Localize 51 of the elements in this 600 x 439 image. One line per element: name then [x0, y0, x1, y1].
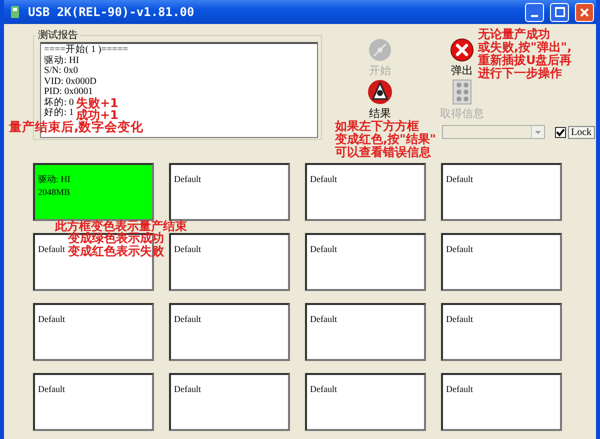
report-line: VID: 0x000D [44, 76, 97, 87]
device-slot: Default [33, 373, 154, 431]
annotation-text: 此方框变色表示量产结束 [55, 220, 187, 232]
document-icon [451, 79, 473, 105]
report-line: ====开始( 1 )===== [44, 45, 128, 56]
annotation-text: 如果左下方方框 [335, 120, 419, 132]
report-line: 好的: 1 [44, 108, 74, 118]
device-slot: Default [305, 233, 426, 291]
device-slot: Default [441, 303, 562, 361]
window-title: USB 2K(REL-90)-v1.81.00 [28, 5, 196, 19]
close-button[interactable] [575, 2, 594, 22]
device-slot: Default [305, 373, 426, 431]
figure-icon [367, 79, 393, 105]
device-slot: Default [169, 303, 290, 361]
device-slot: Default [305, 303, 426, 361]
minimize-button[interactable] [525, 2, 544, 22]
annotation-text: 成功+1 [76, 109, 118, 121]
minimize-icon [531, 14, 538, 16]
maximize-button[interactable] [550, 2, 569, 22]
annotation-text: 变成红色,按"结果" [335, 133, 436, 145]
annotation-text: 无论量产成功 [478, 28, 550, 40]
toolbar-button[interactable]: 弹出 [450, 38, 474, 77]
group-title: 测试报告 [37, 28, 79, 42]
report-line: 坏的: 0 [44, 98, 74, 108]
annotation-text: 重新插拔U盘后再 [478, 54, 572, 66]
close-icon [450, 38, 474, 62]
caret-icon [531, 126, 544, 138]
device-slot: 驱动: HI 2048MB [33, 163, 154, 221]
report-line: S/N: 0x0 [44, 66, 78, 76]
disc-icon [368, 38, 392, 62]
lock-checkbox[interactable] [555, 126, 566, 138]
app-icon [8, 5, 22, 19]
device-slot: Default [441, 163, 562, 221]
device-slot: Default [169, 163, 290, 221]
lock-label: Lock [568, 126, 595, 138]
device-slot: Default [441, 233, 562, 291]
device-slot: Default [169, 233, 290, 291]
annotation-text: 失败+1 [76, 97, 118, 109]
annotation-text: 可以查看错误信息 [335, 146, 431, 158]
report-line: 驱动: HI [44, 56, 80, 66]
device-slot: Default [305, 163, 426, 221]
report-line: PID: 0x0001 [44, 87, 93, 97]
checkmark-icon [556, 128, 565, 136]
device-slot: Default [169, 373, 290, 431]
device-slot: Default [441, 373, 562, 431]
maximize-icon [554, 7, 564, 17]
close-icon [580, 8, 589, 16]
annotation-text: 或失败,按"弹出", [478, 41, 572, 53]
device-slot: Default [33, 303, 154, 361]
annotation-text: 进行下一步操作 [478, 67, 562, 79]
toolbar-button[interactable]: 结果 [367, 79, 393, 120]
